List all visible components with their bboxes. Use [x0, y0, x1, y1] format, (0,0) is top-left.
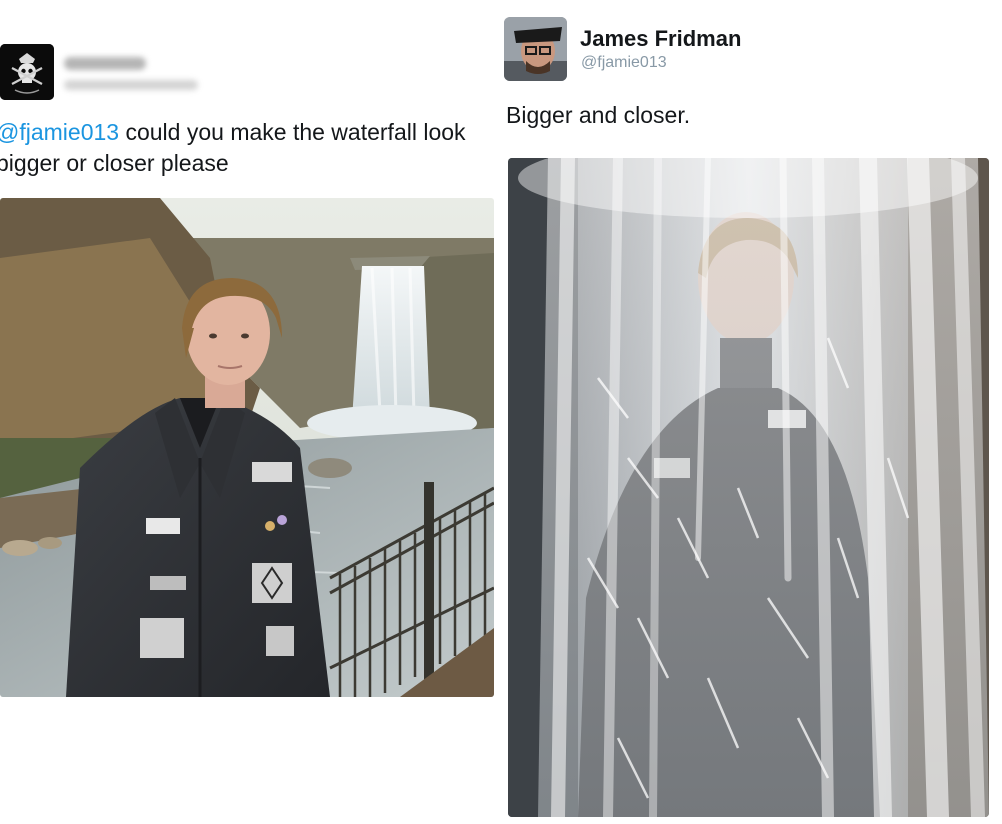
- skull-emblem-icon: [0, 44, 54, 100]
- original-photo[interactable]: [0, 198, 494, 697]
- requester-avatar[interactable]: [0, 44, 54, 100]
- user-handle[interactable]: @fjamie013: [581, 54, 667, 72]
- edited-photo[interactable]: [508, 158, 989, 817]
- user-avatar-icon: [504, 17, 567, 81]
- mention-link[interactable]: @fjamie013: [0, 119, 119, 145]
- reply-tweet: James Fridman @fjamie013 Bigger and clos…: [500, 0, 1002, 824]
- display-name[interactable]: James Fridman: [580, 26, 741, 52]
- requester-name-redacted: [64, 57, 146, 70]
- request-tweet: @fjamie013 could you make the waterfall …: [0, 0, 500, 824]
- request-tweet-text: @fjamie013 could you make the waterfall …: [0, 117, 501, 179]
- comparison-page: @fjamie013 could you make the waterfall …: [0, 0, 1002, 824]
- reply-tweet-text: Bigger and closer.: [506, 102, 691, 128]
- james-fridman-avatar[interactable]: [504, 17, 567, 81]
- requester-handle-redacted: [64, 80, 198, 90]
